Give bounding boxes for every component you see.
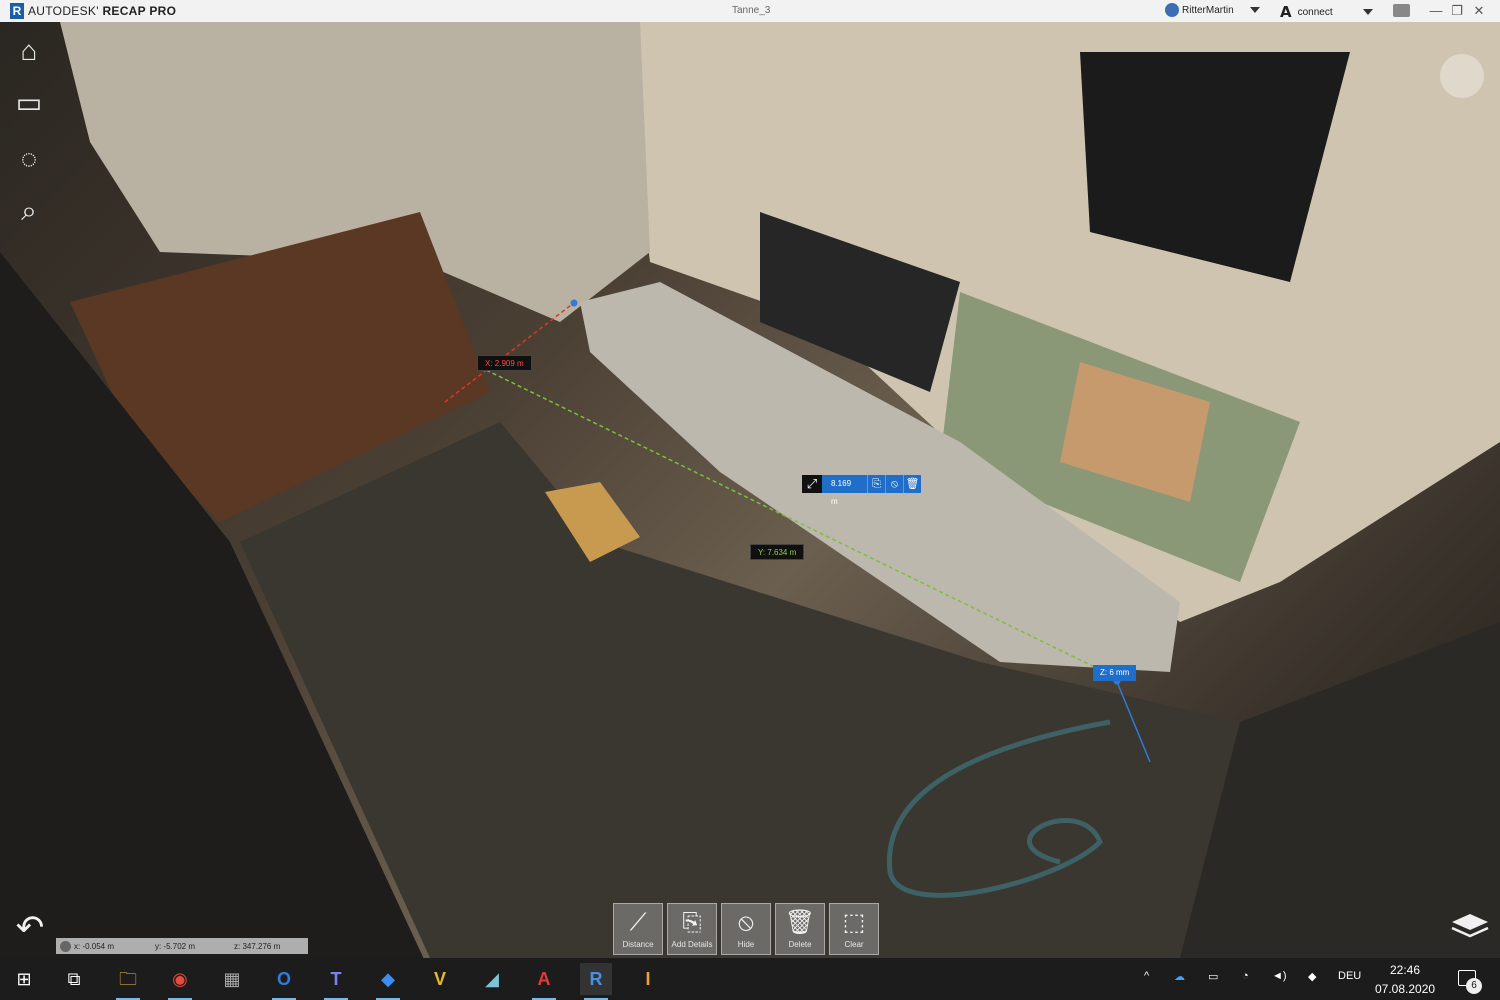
connect-menu[interactable]: A connect [1280, 3, 1373, 21]
chevron-down-icon[interactable] [1249, 7, 1260, 13]
recap-icon[interactable]: R [580, 963, 612, 1000]
hide-icon: ⦸ [738, 909, 754, 936]
autocad-icon[interactable]: A [528, 963, 560, 1000]
task-view-icon[interactable]: ⧉ [58, 963, 90, 995]
home-icon[interactable]: ⌂ [10, 32, 48, 70]
notification-count: 6 [1466, 978, 1482, 994]
point-cloud-viewport[interactable]: ⌂ ▭ ◌ ⌕ ↶ X: 2.909 m Y: 7.634 m Z: 6 mm … [0, 22, 1500, 958]
distance-icon: ⟋ [629, 909, 647, 936]
chat-icon[interactable] [1393, 4, 1410, 17]
volume-icon[interactable]: ◄) [1272, 970, 1287, 982]
language-indicator[interactable]: DEU [1338, 970, 1361, 982]
teams-icon[interactable]: T [320, 963, 352, 1000]
distance-button[interactable]: ⟋ Distance [613, 903, 663, 955]
user-menu[interactable]: RitterMartin [1165, 3, 1260, 17]
user-icon [1165, 3, 1179, 17]
outlook-icon[interactable]: O [268, 963, 300, 1000]
measure-label-y: Y: 7.634 m [750, 544, 805, 560]
dropbox-tray-icon[interactable]: ◆ [1308, 970, 1316, 983]
add-details-icon[interactable]: ⎘ [867, 475, 885, 493]
sketch-icon[interactable]: ◢ [476, 963, 508, 995]
inventor-icon[interactable]: I [632, 963, 664, 995]
distance-value: 8.169 m [822, 475, 867, 506]
chevron-down-icon[interactable] [1362, 9, 1373, 15]
hide-button[interactable]: ⦸ Hide [721, 903, 771, 955]
minimize-button[interactable]: — [1426, 2, 1446, 20]
dropbox-icon[interactable]: ◆ [372, 963, 404, 1000]
connect-label: connect [1297, 6, 1333, 18]
trash-icon: 🗑 [784, 909, 816, 936]
coord-z: z: 347.276 m [234, 941, 281, 951]
point-cloud-scene [0, 22, 1500, 958]
layers-icon[interactable] [1450, 910, 1490, 944]
ground-right [1180, 622, 1500, 958]
tray-expand-icon[interactable]: ^ [1144, 970, 1149, 982]
calculator-icon[interactable]: ▦ [216, 963, 248, 995]
chrome-icon[interactable]: ◉ [164, 963, 196, 1000]
views-icon[interactable]: ▭ [10, 84, 48, 122]
title-bar: R AUTODESK' RECAP PRO Tanne_3 RitterMart… [0, 0, 1500, 22]
delete-icon[interactable]: 🗑 [903, 475, 921, 493]
clock-date[interactable]: 07.08.2020 [1375, 982, 1435, 996]
coord-x: x: -0.054 m [74, 941, 115, 951]
battery-icon[interactable]: ▭ [1208, 970, 1218, 983]
orbit-icon[interactable]: ◌ [10, 140, 48, 178]
start-icon[interactable]: ⊞ [8, 963, 40, 995]
document-title: Tanne_3 [732, 5, 771, 16]
measure-label-z: Z: 6 mm [1093, 665, 1137, 681]
measure-label-x: X: 2.909 m [477, 355, 532, 371]
distance-measurement[interactable]: ⤢ 8.169 m ⎘ ⦸ 🗑 [802, 475, 921, 506]
hide-icon[interactable]: ⦸ [885, 475, 903, 493]
delete-button[interactable]: 🗑 Delete [775, 903, 825, 955]
autodesk-logo-icon: A [1280, 3, 1292, 21]
close-button[interactable]: ✕ [1469, 2, 1489, 20]
onedrive-icon[interactable]: ☁ [1174, 970, 1185, 983]
zoom-icon[interactable]: ⌕ [10, 192, 48, 230]
coordinate-readout: x: -0.054 m y: -5.702 m z: 347.276 m [56, 938, 308, 954]
clear-button[interactable]: ⬚ Clear [829, 903, 879, 955]
measure-toolbar: ⟋ Distance ⎘ Add Details ⦸ Hide 🗑 Delete… [613, 903, 879, 955]
wifi-icon[interactable]: ◔ [1242, 970, 1249, 982]
coord-y: y: -5.702 m [155, 941, 196, 951]
recap-logo-icon: R [10, 3, 24, 19]
clock-time[interactable]: 22:46 [1390, 963, 1420, 977]
back-arrow-icon[interactable]: ↶ [10, 908, 50, 948]
brand-name: AUTODESK' RECAP PRO [28, 4, 177, 18]
coordinate-icon [60, 940, 71, 952]
user-name: RitterMartin [1182, 4, 1234, 16]
add-details-button[interactable]: ⎘ Add Details [667, 903, 717, 955]
recap-window: R AUTODESK' RECAP PRO Tanne_3 RitterMart… [0, 0, 1500, 1000]
view-cube-icon[interactable] [1440, 54, 1484, 98]
restore-button[interactable]: ❐ [1447, 2, 1467, 20]
file-explorer-icon[interactable]: 🗀 [112, 963, 144, 1000]
expand-icon[interactable]: ⤢ [802, 475, 822, 493]
clear-icon: ⬚ [842, 909, 866, 936]
add-details-icon: ⎘ [682, 909, 702, 936]
measure-point-start [570, 299, 578, 307]
vault-icon[interactable]: V [424, 963, 456, 995]
brand: R AUTODESK' RECAP PRO [0, 0, 176, 22]
windows-taskbar: ⊞ ⧉ 🗀 ◉ ▦ O T ◆ V ◢ A R I ^ ☁ ▭ ◔ ◄) ◆ D… [0, 958, 1500, 1000]
